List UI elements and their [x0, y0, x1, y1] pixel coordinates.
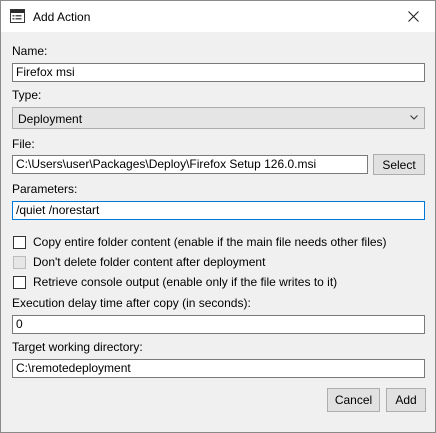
parameters-field[interactable]: /quiet /norestart [12, 201, 425, 220]
keep-folder-checkbox-row: Don't delete folder content after deploy… [13, 255, 265, 269]
workdir-field[interactable]: C:\remotedeployment [12, 359, 425, 378]
delay-field[interactable]: 0 [12, 315, 425, 334]
console-output-label: Retrieve console output (enable only if … [33, 275, 338, 289]
console-output-checkbox[interactable] [13, 275, 26, 289]
name-label: Name: [12, 44, 48, 58]
name-field[interactable]: Firefox msi [12, 63, 425, 82]
close-button[interactable] [391, 1, 435, 32]
file-label: File: [12, 137, 35, 151]
window-title: Add Action [33, 10, 91, 24]
copy-folder-label: Copy entire folder content (enable if th… [33, 235, 387, 249]
app-window-icon [10, 9, 25, 23]
keep-folder-label: Don't delete folder content after deploy… [33, 255, 266, 269]
close-icon [407, 11, 419, 22]
chevron-down-icon [410, 115, 418, 120]
copy-folder-checkbox[interactable] [13, 235, 26, 249]
type-select-value: Deployment [18, 112, 83, 126]
copy-folder-checkbox-row[interactable]: Copy entire folder content (enable if th… [13, 235, 387, 249]
parameters-label: Parameters: [12, 182, 78, 196]
add-button[interactable]: Add [386, 388, 426, 412]
select-file-button[interactable]: Select [373, 154, 425, 175]
file-path-field[interactable]: C:\Users\user\Packages\Deploy\Firefox Se… [12, 155, 368, 174]
cancel-button[interactable]: Cancel [327, 388, 380, 412]
console-output-checkbox-row[interactable]: Retrieve console output (enable only if … [13, 275, 337, 289]
keep-folder-checkbox [13, 255, 26, 269]
workdir-label: Target working directory: [12, 340, 143, 354]
add-action-dialog: Add Action Name: Firefox msi Type: Deplo… [0, 0, 436, 433]
type-label: Type: [12, 88, 42, 102]
delay-label: Execution delay time after copy (in seco… [12, 296, 251, 310]
title-bar: Add Action [1, 1, 435, 32]
type-select[interactable]: Deployment [12, 107, 425, 129]
